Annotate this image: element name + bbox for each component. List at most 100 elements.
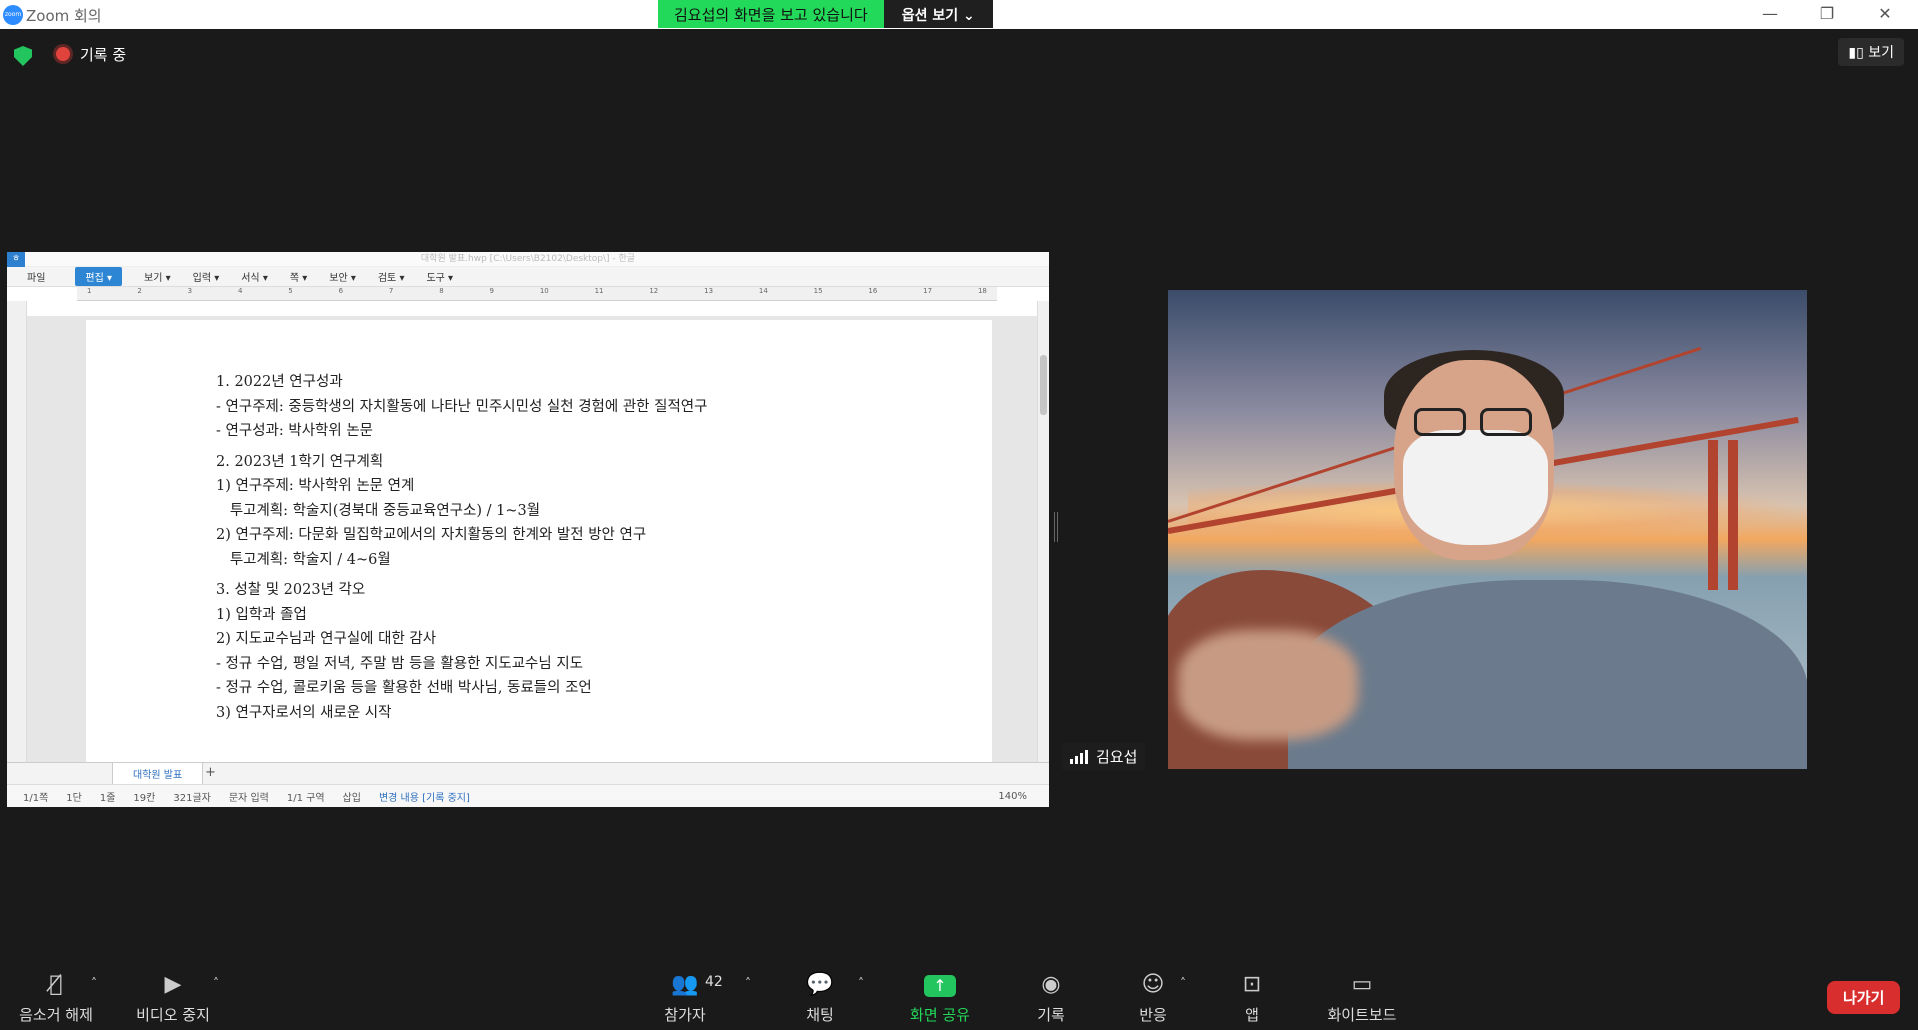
chat-button[interactable]: 💬 채팅 xyxy=(795,972,845,1025)
ruler-tick-label: 13 xyxy=(704,287,714,295)
encryption-shield-icon[interactable] xyxy=(14,46,32,66)
close-button[interactable]: ✕ xyxy=(1870,4,1900,23)
shared-screen: ㅎ 대학원 발표.hwp [C:\Users\B2102\Desktop\] -… xyxy=(7,252,1049,807)
menu-tools[interactable]: 도구 ▾ xyxy=(426,269,453,284)
menu-security[interactable]: 보안 ▾ xyxy=(329,269,356,284)
ruler-tick-label: 5 xyxy=(288,287,293,295)
document-tab[interactable]: 대학원 발표 xyxy=(112,763,204,785)
document-page[interactable]: 1. 2022년 연구성과 - 연구주제: 중등학생의 자치활동에 나타난 민주시… xyxy=(86,320,992,762)
ruler-tick-label: 8 xyxy=(439,287,444,295)
audio-options-caret[interactable]: ˄ xyxy=(91,976,97,990)
window-title: Zoom 회의 xyxy=(26,7,102,25)
stop-video-label: 비디오 중지 xyxy=(136,1006,210,1024)
document-line: 투고계획: 학술지 / 4~6월 xyxy=(216,551,391,568)
status-section: 1/1 구역 xyxy=(286,792,325,804)
hwp-status-bar: 1/1쪽 1단 1줄 19칸 321글자 문자 입력 1/1 구역 삽입 변경 … xyxy=(7,784,1049,807)
reactions-options-caret[interactable]: ˄ xyxy=(1180,976,1186,990)
person-body xyxy=(1288,580,1807,769)
participant-video[interactable] xyxy=(1168,290,1807,769)
vertical-ruler xyxy=(7,301,27,766)
view-button[interactable]: ▮▯ 보기 xyxy=(1838,38,1904,66)
ruler-tick-label: 17 xyxy=(923,287,933,295)
ruler-tick-label: 10 xyxy=(539,287,549,295)
scrollbar-thumb[interactable] xyxy=(1040,355,1047,415)
status-insert: 삽입 xyxy=(342,792,361,804)
status-column: 1단 xyxy=(66,792,82,804)
video-options-caret[interactable]: ˄ xyxy=(213,976,219,990)
document-line: 1) 연구주제: 박사학위 논문 연계 xyxy=(216,478,415,494)
menu-edit[interactable]: 편집 ▾ xyxy=(75,267,123,286)
shared-window-title: ㅎ 대학원 발표.hwp [C:\Users\B2102\Desktop\] -… xyxy=(7,252,1049,267)
document-line: - 연구주제: 중등학생의 자치활동에 나타난 민주시민성 실천 경험에 관한 … xyxy=(216,398,708,415)
menu-insert[interactable]: 입력 ▾ xyxy=(193,269,220,284)
participants-options-caret[interactable]: ˄ xyxy=(745,976,751,990)
reactions-label: 반응 xyxy=(1139,1006,1167,1024)
whiteboard-icon: ▭ xyxy=(1351,972,1373,997)
view-options-button[interactable]: 옵션 보기 ⌄ xyxy=(883,0,993,28)
bridge-tower xyxy=(1728,440,1738,590)
document-line: 1) 입학과 졸업 xyxy=(216,606,307,623)
recording-label[interactable]: 기록 중 xyxy=(80,44,126,65)
menu-review[interactable]: 검토 ▾ xyxy=(378,269,405,284)
ruler-tick-label: 1 xyxy=(87,287,92,295)
participant-name: 김요섭 xyxy=(1096,748,1138,766)
document-area: 1. 2022년 연구성과 - 연구주제: 중등학생의 자치활동에 나타난 민주시… xyxy=(27,316,1049,762)
document-text: 1. 2022년 연구성과 - 연구주제: 중등학생의 자치활동에 나타난 민주시… xyxy=(216,370,707,725)
title-bar: zoom Zoom 회의 김요섭의 화면을 보고 있습니다 옵션 보기 ⌄ — … xyxy=(0,0,1918,29)
menu-page[interactable]: 쪽 ▾ xyxy=(290,269,307,284)
chat-label: 채팅 xyxy=(806,1006,834,1024)
status-track-changes[interactable]: 변경 내용 [기록 중지] xyxy=(379,789,470,804)
unmute-button[interactable]: 🎙̸ 음소거 해제 xyxy=(16,972,96,1025)
glasses xyxy=(1408,408,1538,438)
participants-count: 42 xyxy=(705,974,723,990)
document-line: 3) 연구자로서의 새로운 시작 xyxy=(216,704,392,721)
reaction-smiley-icon: ☺ xyxy=(1141,972,1165,997)
ruler-tick-label: 18 xyxy=(977,287,987,295)
ruler-tick-label: 6 xyxy=(338,287,344,295)
recording-icon xyxy=(56,47,70,61)
apps-button[interactable]: ⊡ 앱 xyxy=(1237,972,1267,1025)
whiteboard-label: 화이트보드 xyxy=(1327,1006,1397,1024)
ruler-tick-label: 7 xyxy=(388,287,394,295)
menu-view[interactable]: 보기 ▾ xyxy=(144,269,171,284)
person-hand xyxy=(1178,630,1358,740)
status-line: 1줄 xyxy=(99,792,116,804)
share-screen-button[interactable]: ↑ 화면 공유 xyxy=(900,972,980,1025)
participant-name-label: 김요섭 xyxy=(1062,743,1146,770)
status-chars: 321글자 xyxy=(173,792,211,804)
zoom-level[interactable]: 140% xyxy=(998,791,1027,802)
minimize-button[interactable]: — xyxy=(1755,4,1785,23)
horizontal-ruler: 1 2 3 4 5 6 7 8 9 10 11 12 13 14 15 16 17 18 xyxy=(77,287,997,301)
ruler-tick-label: 16 xyxy=(868,287,878,295)
menu-format[interactable]: 서식 ▾ xyxy=(241,269,268,284)
document-line: - 연구성과: 박사학위 논문 xyxy=(216,423,374,439)
meeting-toolbar: 🎙̸ 음소거 해제 ˄ ▶ 비디오 중지 ˄ 👥 참가자 42 ˄ 💬 채팅 ˄… xyxy=(0,960,1918,1030)
whiteboard-button[interactable]: ▭ 화이트보드 xyxy=(1322,972,1402,1025)
add-tab-button[interactable]: + xyxy=(205,765,216,780)
ruler-tick-label: 4 xyxy=(237,287,243,295)
status-input-mode: 문자 입력 xyxy=(228,792,269,804)
hwp-menu-bar: 파일 편집 ▾ 보기 ▾ 입력 ▾ 서식 ▾ 쪽 ▾ 보안 ▾ 검토 ▾ 도구 … xyxy=(7,267,1049,287)
record-label: 기록 xyxy=(1037,1006,1065,1024)
restore-button[interactable]: ❐ xyxy=(1812,4,1842,23)
zoom-logo-icon: zoom xyxy=(3,5,23,25)
muted-mic-icon: 🎙̸ xyxy=(49,972,63,997)
share-screen-label: 화면 공유 xyxy=(910,1006,970,1024)
bridge-tower xyxy=(1708,440,1718,590)
participants-label: 참가자 xyxy=(664,1006,706,1024)
split-divider-handle[interactable] xyxy=(1054,512,1058,542)
status-page: 1/1쪽 xyxy=(23,792,49,804)
ruler-tick-label: 12 xyxy=(649,287,659,295)
vertical-scrollbar[interactable] xyxy=(1037,301,1049,766)
leave-button[interactable]: 나가기 xyxy=(1827,981,1901,1014)
document-line: 2. 2023년 1학기 연구계획 xyxy=(216,453,384,470)
menu-file[interactable]: 파일 xyxy=(27,269,45,284)
document-line: - 정규 수업, 평일 저녁, 주말 밤 등을 활용한 지도교수님 지도 xyxy=(216,655,584,672)
shared-window-title-text: 대학원 발표.hwp [C:\Users\B2102\Desktop\] - 한… xyxy=(420,254,636,264)
share-banner: 김요섭의 화면을 보고 있습니다 옵션 보기 ⌄ xyxy=(658,0,993,28)
chat-icon: 💬 xyxy=(806,972,834,997)
record-button[interactable]: ◉ 기록 xyxy=(1026,972,1076,1025)
reactions-button[interactable]: ☺ 반응 xyxy=(1128,972,1178,1025)
chat-options-caret[interactable]: ˄ xyxy=(858,976,864,990)
stop-video-button[interactable]: ▶ 비디오 중지 xyxy=(133,972,213,1025)
